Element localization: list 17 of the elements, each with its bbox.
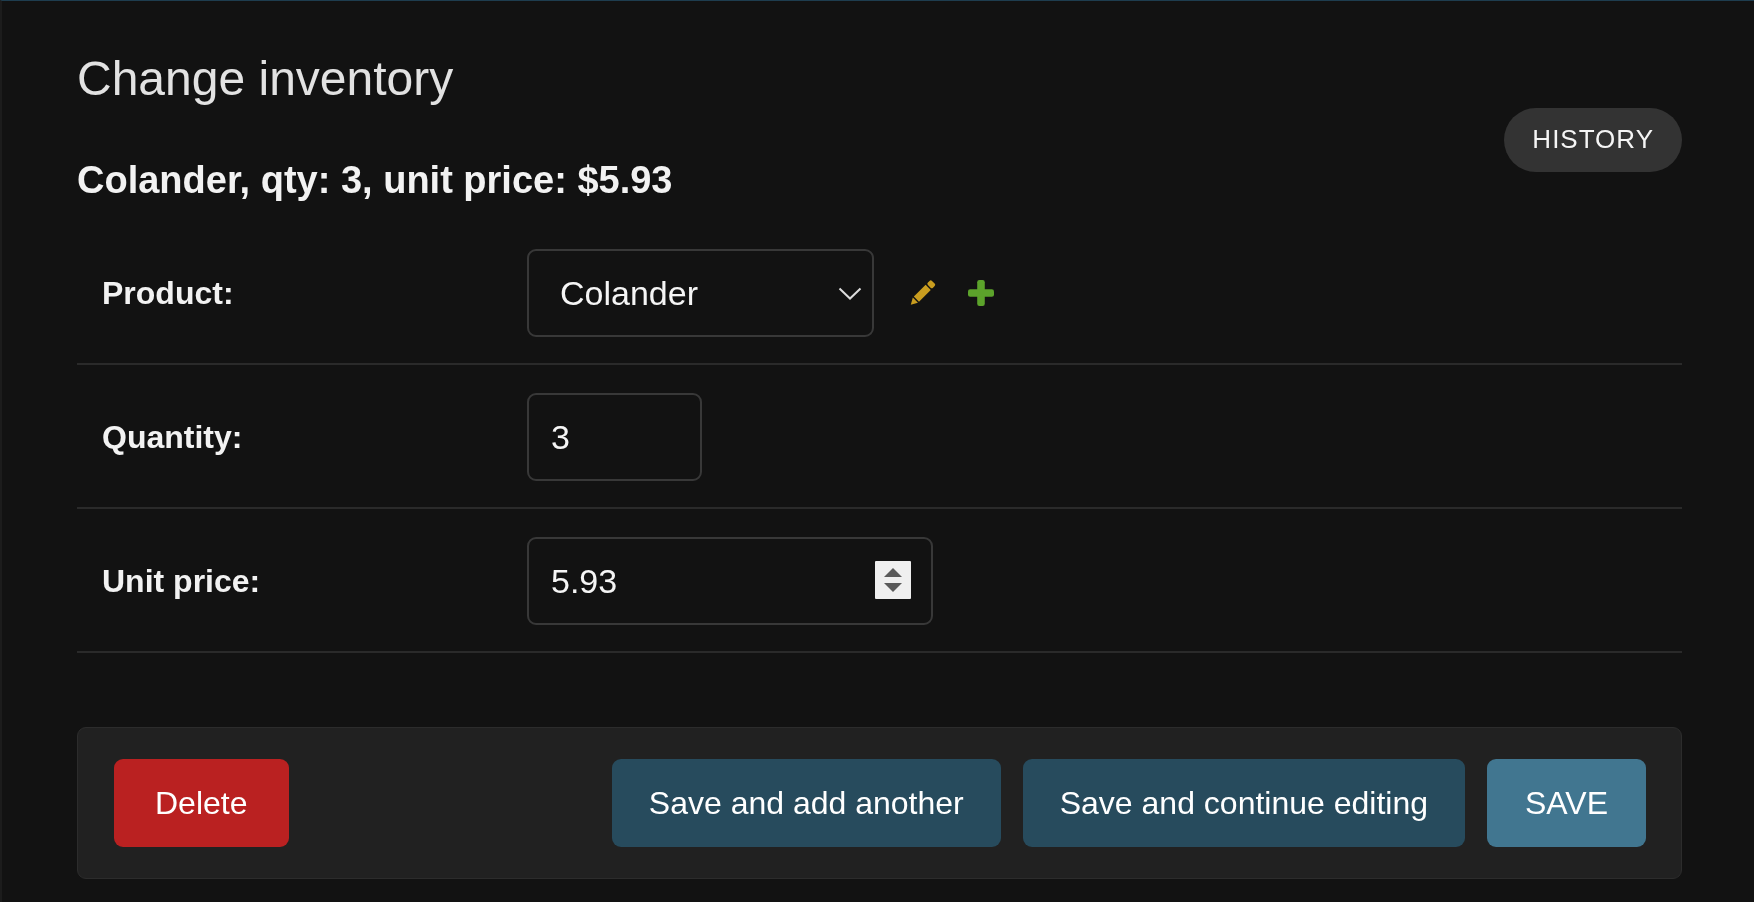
pencil-icon[interactable] [909,278,938,308]
field-label: Unit price: [102,563,261,600]
field-label: Product: [102,275,234,312]
input-field[interactable]: 5.93 [527,537,933,626]
save-option-button[interactable]: Save and continue editing [1022,759,1465,848]
page-title: Change inventory [77,51,454,107]
save-option-button[interactable]: Save and add another [611,759,1001,848]
field-label: Quantity: [102,419,243,456]
history-button[interactable]: HISTORY [1504,107,1682,172]
save-button[interactable]: SAVE [1487,759,1646,848]
select-dropdown[interactable]: Colander [527,249,874,338]
input-field[interactable]: 3 [527,393,702,482]
delete-button[interactable]: Delete [114,759,289,848]
plus-icon[interactable] [968,280,994,307]
spinner-arrows-icon[interactable] [875,561,911,600]
object-title: Colander, qty: 3, unit price: $5.93 [77,157,673,203]
chevron-down-icon [838,286,862,300]
